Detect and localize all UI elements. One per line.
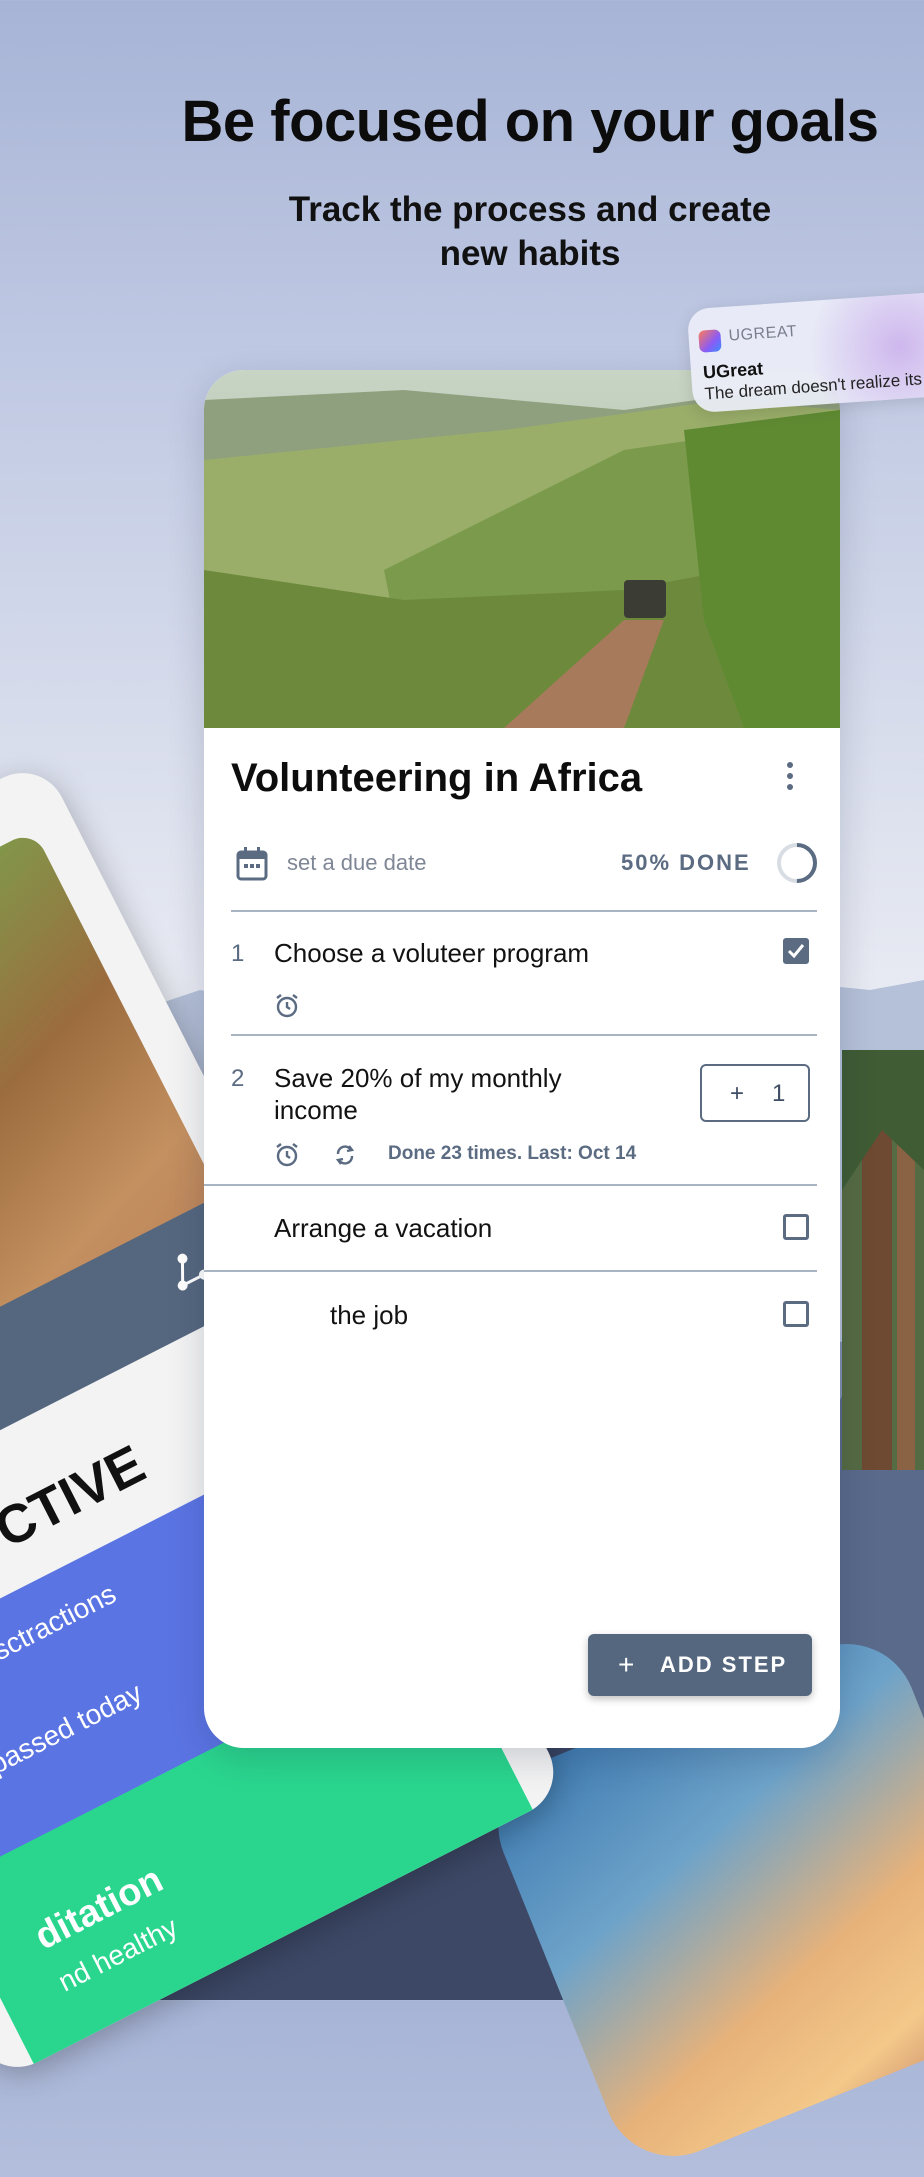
divider [204, 1184, 817, 1186]
more-options-icon[interactable] [784, 762, 796, 798]
subheadline: Track the process and create new habits [288, 190, 772, 273]
divider [231, 910, 817, 912]
alarm-clock-icon[interactable] [274, 1142, 300, 1168]
step-checkbox[interactable] [783, 1214, 809, 1240]
goal-card: Volunteering in Africa set a due date 50… [204, 370, 840, 1748]
habit-history: Done 23 times. Last: Oct 14 [388, 1143, 637, 1164]
push-notification[interactable]: UGREAT UGreat The dream doesn't realize … [686, 290, 924, 414]
step-number: 2 [231, 1065, 245, 1092]
plus-icon: + [618, 1649, 635, 1680]
step-checkbox[interactable] [783, 1301, 809, 1327]
step-text[interactable]: Save 20% of my monthly income [274, 1062, 604, 1126]
divider [231, 1034, 817, 1036]
plus-icon: + [730, 1080, 745, 1107]
headline: Be focused on your goals [181, 89, 880, 154]
repeat-icon[interactable] [332, 1142, 358, 1168]
progress-ring [777, 843, 817, 883]
divider [204, 1270, 817, 1272]
step-text[interactable]: Arrange a vacation [274, 1212, 492, 1244]
progress-label: 50% DONE [621, 850, 751, 875]
goal-title: Volunteering in Africa [231, 756, 643, 800]
calendar-icon[interactable] [236, 847, 268, 881]
forest-image [842, 1050, 924, 1470]
add-step-label: ADD STEP [660, 1652, 788, 1677]
goal-meta-row: set a due date 50% DONE [231, 840, 817, 890]
step-text[interactable]: Choose a voluteer program [274, 937, 589, 969]
notification-title: UGreat [702, 358, 764, 383]
checkmark-icon [787, 944, 805, 959]
step-checkbox-checked[interactable] [783, 938, 809, 964]
step-text[interactable]: the job [330, 1299, 408, 1331]
habit-counter-button[interactable]: + 1 [700, 1064, 810, 1122]
due-date-placeholder[interactable]: set a due date [287, 850, 426, 876]
counter-value: 1 [772, 1080, 786, 1107]
add-step-button[interactable]: + ADD STEP [588, 1634, 812, 1696]
alarm-clock-icon[interactable] [274, 993, 300, 1019]
app-icon [698, 329, 722, 353]
step-number: 1 [231, 940, 245, 967]
goal-cover-photo [204, 370, 840, 728]
